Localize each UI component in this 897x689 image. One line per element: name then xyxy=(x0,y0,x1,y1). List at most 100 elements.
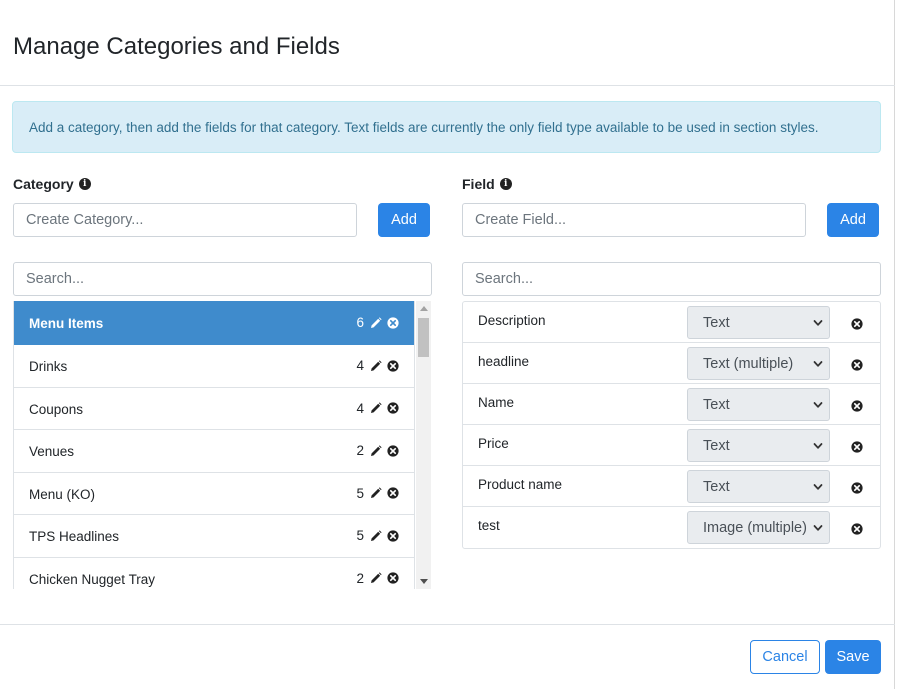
x-circle-icon[interactable] xyxy=(387,402,399,414)
scroll-thumb[interactable] xyxy=(418,318,429,357)
category-list-item[interactable]: Menu (KO) 5 xyxy=(14,472,414,515)
category-name: Chicken Nugget Tray xyxy=(29,571,156,587)
x-circle-icon[interactable] xyxy=(387,572,399,584)
pencil-icon[interactable] xyxy=(370,360,382,372)
pencil-icon[interactable] xyxy=(370,445,382,457)
modal-header: Manage Categories and Fields xyxy=(0,0,895,86)
pencil-icon[interactable] xyxy=(370,530,382,542)
remove-field-button[interactable] xyxy=(851,317,863,335)
category-list-item[interactable]: Coupons 4 xyxy=(14,387,414,430)
field-list: Description Text headline Text (multiple) Na… xyxy=(462,301,881,549)
create-category-input[interactable] xyxy=(13,203,357,237)
chevron-down-icon xyxy=(813,320,823,326)
x-circle-icon[interactable] xyxy=(387,316,399,329)
field-type-value: Text xyxy=(703,478,730,495)
field-type-select[interactable]: Text xyxy=(687,429,830,462)
category-list-item[interactable]: Menu Items 6 xyxy=(14,301,414,345)
create-field-input[interactable] xyxy=(462,203,806,237)
info-circle-icon[interactable]: i xyxy=(499,178,512,190)
info-alert: Add a category, then add the fields for … xyxy=(12,101,881,153)
x-circle-icon[interactable] xyxy=(851,318,863,330)
category-actions xyxy=(370,487,399,499)
category-actions xyxy=(370,445,399,457)
x-circle-icon[interactable] xyxy=(851,441,863,453)
category-name: Coupons xyxy=(29,401,84,417)
category-search-input[interactable] xyxy=(13,262,432,296)
category-list-item[interactable]: Chicken Nugget Tray 2 xyxy=(14,557,414,589)
field-type-select[interactable]: Text xyxy=(687,306,830,339)
chevron-down-icon xyxy=(813,525,823,531)
remove-field-button[interactable] xyxy=(851,440,863,458)
pencil-icon[interactable] xyxy=(370,487,382,499)
category-actions xyxy=(370,530,399,542)
field-row: test Image (multiple) xyxy=(463,507,880,548)
category-name: TPS Headlines xyxy=(29,529,120,545)
field-label: Field xyxy=(462,176,495,192)
field-row: Description Text xyxy=(463,302,880,343)
category-list-item[interactable]: TPS Headlines 5 xyxy=(14,515,414,558)
field-type-value: Text xyxy=(703,437,730,454)
field-type-select[interactable]: Text (multiple) xyxy=(687,347,830,380)
chevron-down-icon xyxy=(813,402,823,408)
remove-field-button[interactable] xyxy=(851,399,863,417)
x-circle-icon[interactable] xyxy=(387,487,399,499)
x-circle-icon[interactable] xyxy=(851,523,863,535)
add-field-button[interactable]: Add xyxy=(827,203,879,237)
category-list-item[interactable]: Venues 2 xyxy=(14,430,414,473)
category-label-group: Category i xyxy=(13,176,91,192)
info-circle-icon[interactable]: i xyxy=(78,178,91,190)
category-label: Category xyxy=(13,176,74,192)
category-actions xyxy=(370,360,399,372)
field-name: test xyxy=(478,518,500,533)
chevron-down-icon xyxy=(813,361,823,367)
field-row: Product name Text xyxy=(463,466,880,507)
field-search-input[interactable] xyxy=(462,262,881,296)
x-circle-icon[interactable] xyxy=(851,482,863,494)
add-category-button[interactable]: Add xyxy=(378,203,430,237)
remove-field-button[interactable] xyxy=(851,481,863,499)
field-name: Name xyxy=(478,394,515,410)
field-name: Description xyxy=(478,312,546,328)
category-list: Menu Items 6 Drinks 4 Coupons 4 Venues 2 Menu (K… xyxy=(13,301,415,589)
field-label-group: Field i xyxy=(462,176,512,192)
pencil-icon[interactable] xyxy=(370,316,382,329)
category-field-count: 2 xyxy=(356,570,364,586)
scroll-up-arrow[interactable] xyxy=(416,301,431,316)
field-type-value: Text xyxy=(703,396,730,413)
field-type-select[interactable]: Text xyxy=(687,388,830,421)
field-name: Price xyxy=(478,435,509,451)
category-field-count: 5 xyxy=(356,485,364,501)
category-list-item[interactable]: Drinks 4 xyxy=(14,345,414,388)
remove-field-button[interactable] xyxy=(851,522,863,540)
x-circle-icon[interactable] xyxy=(387,360,399,372)
chevron-down-icon xyxy=(813,443,823,449)
pencil-icon[interactable] xyxy=(370,572,382,584)
field-type-value: Text (multiple) xyxy=(703,355,794,372)
category-field-count: 2 xyxy=(356,443,364,459)
category-name: Drinks xyxy=(29,359,68,375)
remove-field-button[interactable] xyxy=(851,358,863,376)
x-circle-icon[interactable] xyxy=(851,400,863,412)
field-type-select[interactable]: Text xyxy=(687,470,830,503)
x-circle-icon[interactable] xyxy=(387,445,399,457)
category-name: Menu (KO) xyxy=(29,486,96,502)
x-circle-icon[interactable] xyxy=(387,530,399,542)
manage-categories-modal: Manage Categories and Fields Add a categ… xyxy=(0,0,895,689)
pencil-icon[interactable] xyxy=(370,402,382,414)
field-row: Price Text xyxy=(463,425,880,466)
field-name: headline xyxy=(478,353,530,369)
category-name: Menu Items xyxy=(29,316,104,331)
cancel-button[interactable]: Cancel xyxy=(750,640,820,674)
field-name: Product name xyxy=(478,476,563,492)
category-field-count: 4 xyxy=(356,358,364,374)
chevron-down-icon xyxy=(813,484,823,490)
x-circle-icon[interactable] xyxy=(851,359,863,371)
save-button[interactable]: Save xyxy=(825,640,881,674)
field-row: headline Text (multiple) xyxy=(463,343,880,384)
field-type-select[interactable]: Image (multiple) xyxy=(687,511,830,544)
category-actions xyxy=(370,316,399,329)
scroll-down-arrow[interactable] xyxy=(416,574,431,589)
field-type-value: Image (multiple) xyxy=(703,519,807,536)
category-list-scrollbar[interactable] xyxy=(416,301,431,589)
category-field-count: 4 xyxy=(356,400,364,416)
